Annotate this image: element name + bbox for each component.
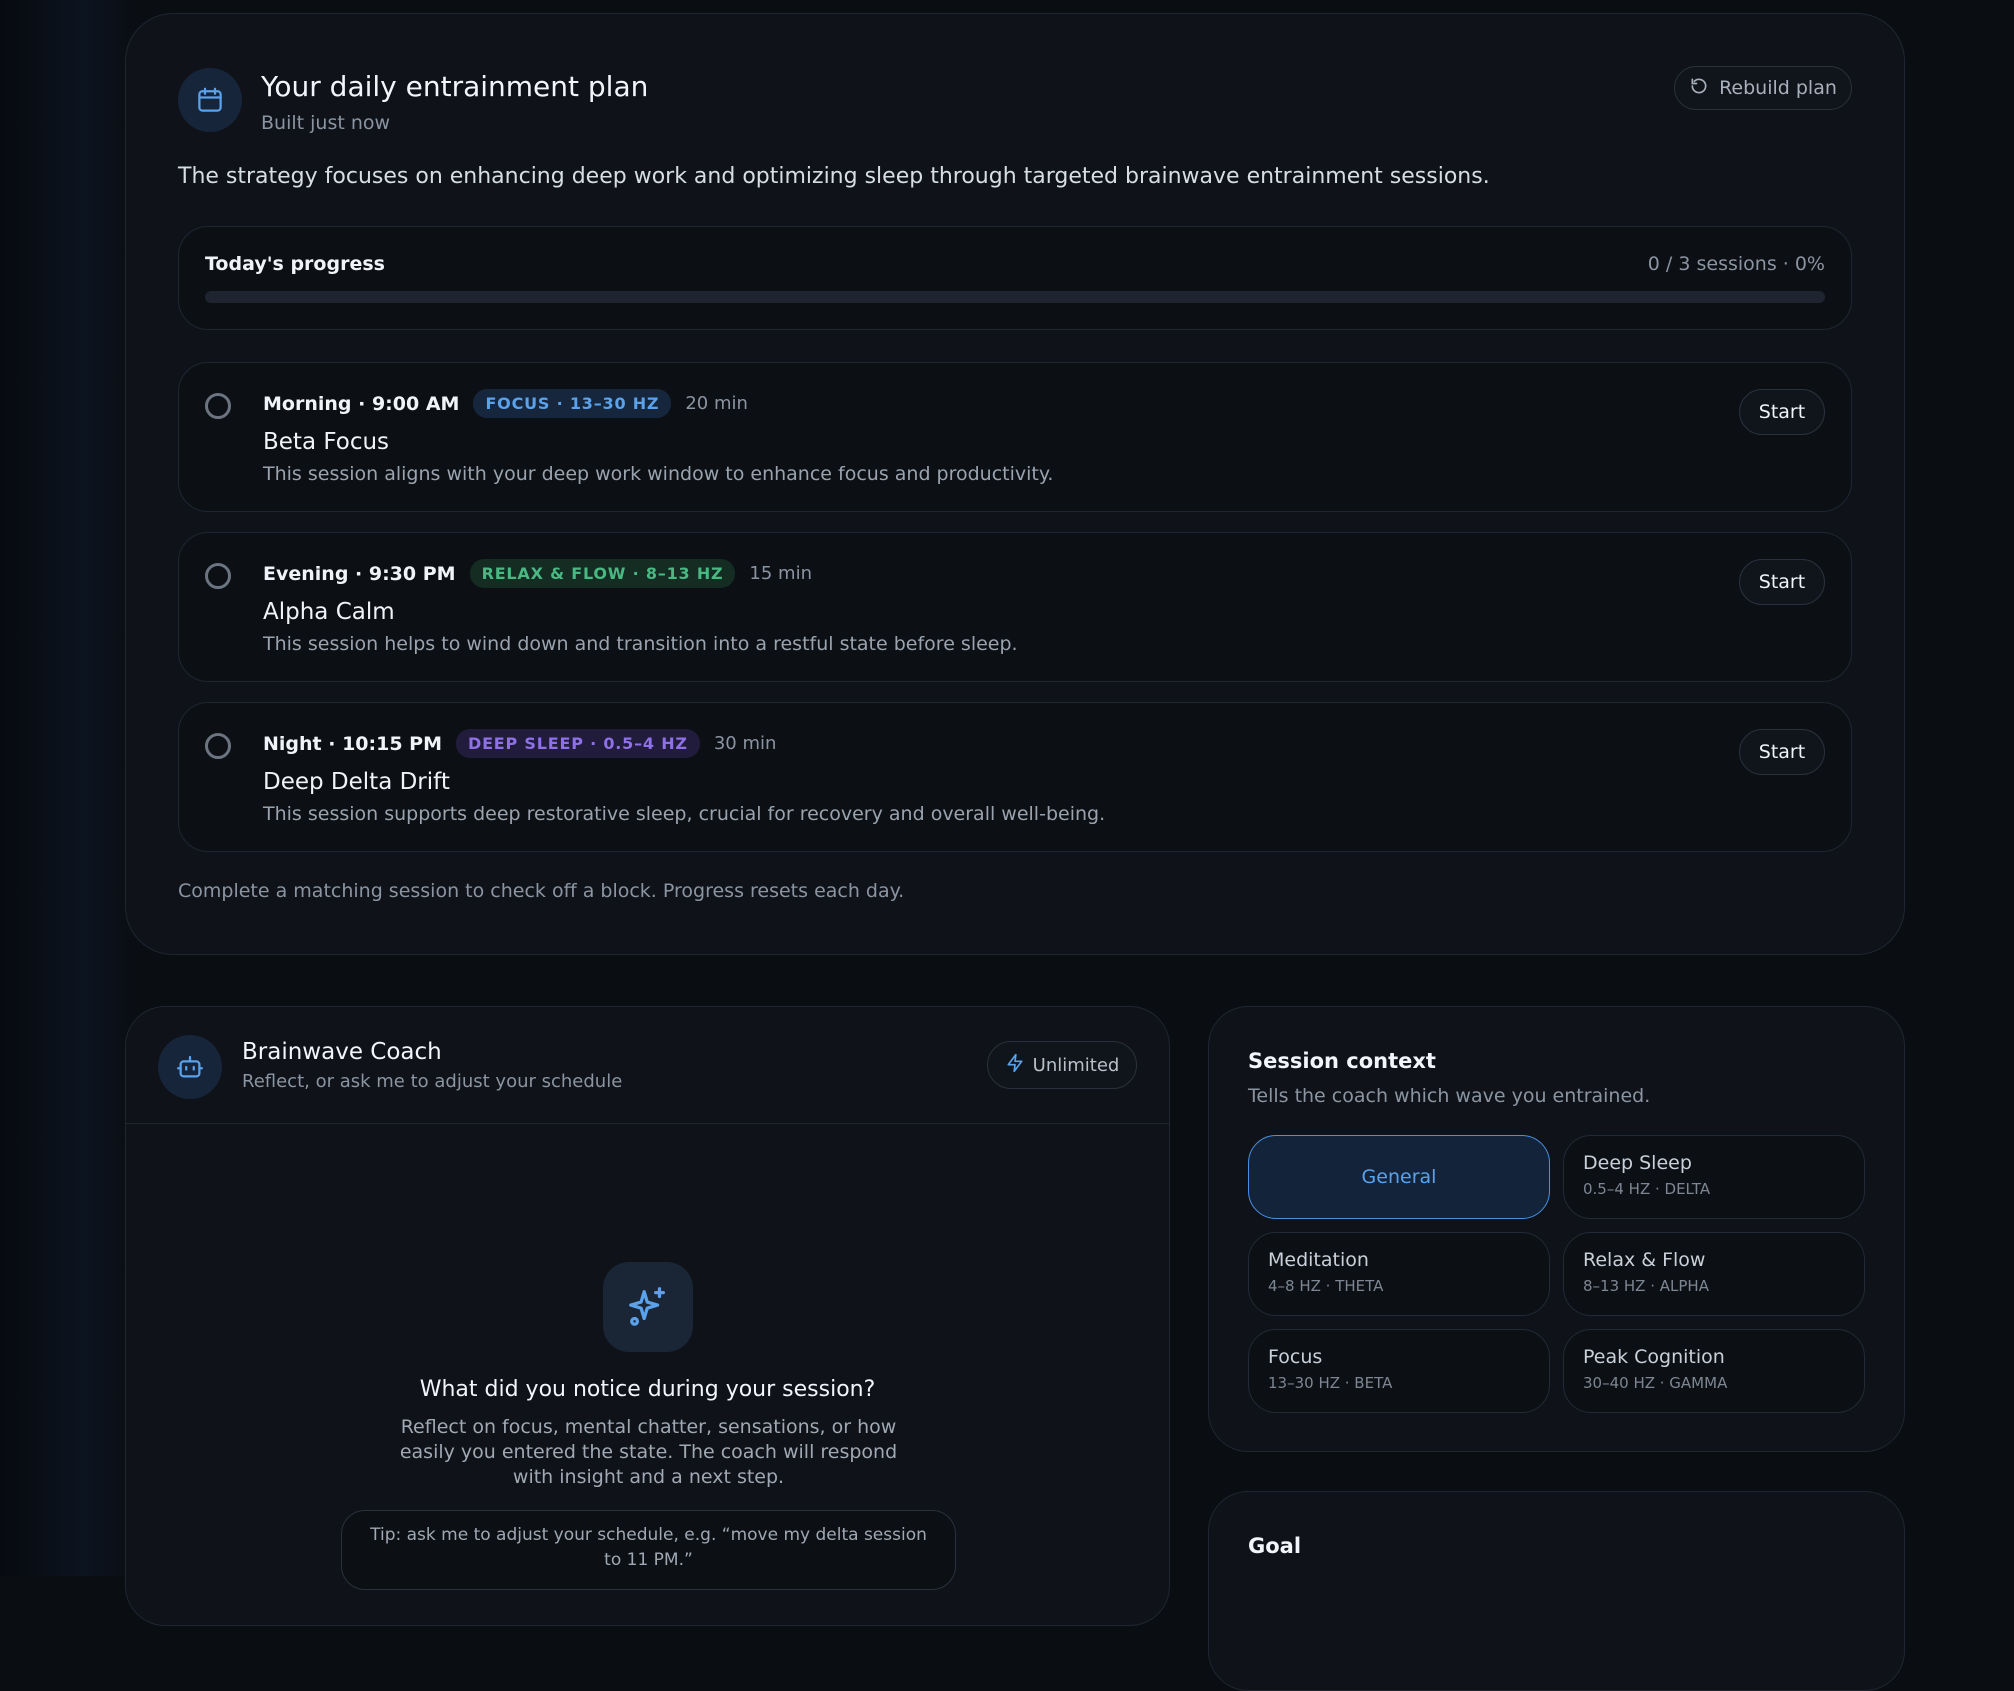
wave-option-range: 0.5–4 HZ · DELTA [1583, 1180, 1711, 1198]
progress-panel: Today's progress 0 / 3 sessions · 0% [178, 226, 1852, 330]
progress-value: 0 / 3 sessions · 0% [1647, 253, 1825, 275]
wave-option-range: 30–40 HZ · GAMMA [1583, 1374, 1728, 1392]
daily-plan-card: Your daily entrainment plan Built just n… [125, 13, 1905, 955]
session-block-evening: Evening · 9:30 PM RELAX & FLOW · 8–13 HZ… [178, 532, 1852, 682]
wave-option-meditation[interactable]: Meditation 4–8 HZ · THETA [1248, 1232, 1550, 1316]
session-duration: 30 min [713, 733, 777, 754]
coach-divider [126, 1123, 1169, 1124]
session-description: This session helps to wind down and tran… [263, 633, 1018, 655]
wave-option-label: Peak Cognition [1583, 1346, 1725, 1368]
session-time: Night · 10:15 PM [263, 732, 442, 755]
context-subtitle: Tells the coach which wave you entrained… [1248, 1085, 1651, 1107]
wave-option-range: 13–30 HZ · BETA [1268, 1374, 1393, 1392]
coach-title: Brainwave Coach [242, 1039, 442, 1065]
session-band-badge: FOCUS · 13–30 HZ [473, 389, 672, 418]
background-glow [0, 0, 140, 1576]
wave-option-range: 8–13 HZ · ALPHA [1583, 1277, 1709, 1295]
session-block-morning: Morning · 9:00 AM FOCUS · 13–30 HZ 20 mi… [178, 362, 1852, 512]
lightning-icon [1005, 1053, 1025, 1078]
sparkle-icon [603, 1262, 693, 1352]
session-name: Deep Delta Drift [263, 769, 450, 795]
wave-option-relax-flow[interactable]: Relax & Flow 8–13 HZ · ALPHA [1563, 1232, 1865, 1316]
session-block-night: Night · 10:15 PM DEEP SLEEP · 0.5–4 HZ 3… [178, 702, 1852, 852]
robot-icon [158, 1035, 222, 1099]
rebuild-plan-button[interactable]: Rebuild plan [1674, 66, 1852, 110]
plan-tier-badge[interactable]: Unlimited [987, 1041, 1137, 1089]
start-session-button[interactable]: Start [1739, 559, 1825, 605]
context-title: Session context [1248, 1049, 1436, 1073]
progress-bar [205, 291, 1825, 303]
session-band-badge: DEEP SLEEP · 0.5–4 HZ [456, 729, 700, 758]
plan-footnote: Complete a matching session to check off… [178, 880, 905, 902]
wave-option-label: Relax & Flow [1583, 1249, 1706, 1271]
coach-tip[interactable]: Tip: ask me to adjust your schedule, e.g… [341, 1510, 956, 1590]
plan-summary: The strategy focuses on enhancing deep w… [178, 164, 1490, 189]
session-description: This session aligns with your deep work … [263, 463, 1054, 485]
session-band-badge: RELAX & FLOW · 8–13 HZ [469, 559, 736, 588]
session-checkbox[interactable] [205, 563, 231, 589]
refresh-icon [1689, 76, 1709, 101]
plan-subtitle: Built just now [261, 112, 391, 134]
session-checkbox[interactable] [205, 733, 231, 759]
coach-subtitle: Reflect, or ask me to adjust your schedu… [242, 1071, 623, 1092]
goal-title: Goal [1248, 1534, 1302, 1558]
session-name: Beta Focus [263, 429, 390, 455]
wave-option-focus[interactable]: Focus 13–30 HZ · BETA [1248, 1329, 1550, 1413]
brainwave-coach-card: Brainwave Coach Reflect, or ask me to ad… [125, 1006, 1170, 1626]
start-session-button[interactable]: Start [1739, 729, 1825, 775]
session-description: This session supports deep restorative s… [263, 803, 1106, 825]
session-duration: 15 min [749, 563, 812, 584]
wave-option-label: General [1361, 1166, 1437, 1188]
session-duration: 20 min [685, 393, 748, 414]
session-time: Morning · 9:00 AM [263, 392, 460, 415]
wave-option-range: 4–8 HZ · THETA [1268, 1277, 1384, 1295]
wave-option-general[interactable]: General [1248, 1135, 1550, 1219]
coach-question: What did you notice during your session? [419, 1377, 876, 1402]
wave-option-label: Meditation [1268, 1249, 1369, 1271]
plan-title: Your daily entrainment plan [261, 70, 649, 103]
calendar-icon [178, 68, 242, 132]
session-name: Alpha Calm [263, 599, 395, 625]
rebuild-plan-label: Rebuild plan [1719, 77, 1837, 99]
wave-option-peak-cognition[interactable]: Peak Cognition 30–40 HZ · GAMMA [1563, 1329, 1865, 1413]
coach-prompt: Reflect on focus, mental chatter, sensat… [399, 1416, 898, 1488]
goal-card: Goal [1208, 1491, 1905, 1691]
session-time: Evening · 9:30 PM [263, 562, 456, 585]
wave-option-label: Focus [1268, 1346, 1323, 1368]
wave-option-label: Deep Sleep [1583, 1152, 1692, 1174]
session-checkbox[interactable] [205, 393, 231, 419]
progress-label: Today's progress [205, 253, 385, 275]
session-context-card: Session context Tells the coach which wa… [1208, 1006, 1905, 1452]
start-session-button[interactable]: Start [1739, 389, 1825, 435]
plan-tier-label: Unlimited [1032, 1054, 1120, 1076]
wave-option-deep-sleep[interactable]: Deep Sleep 0.5–4 HZ · DELTA [1563, 1135, 1865, 1219]
